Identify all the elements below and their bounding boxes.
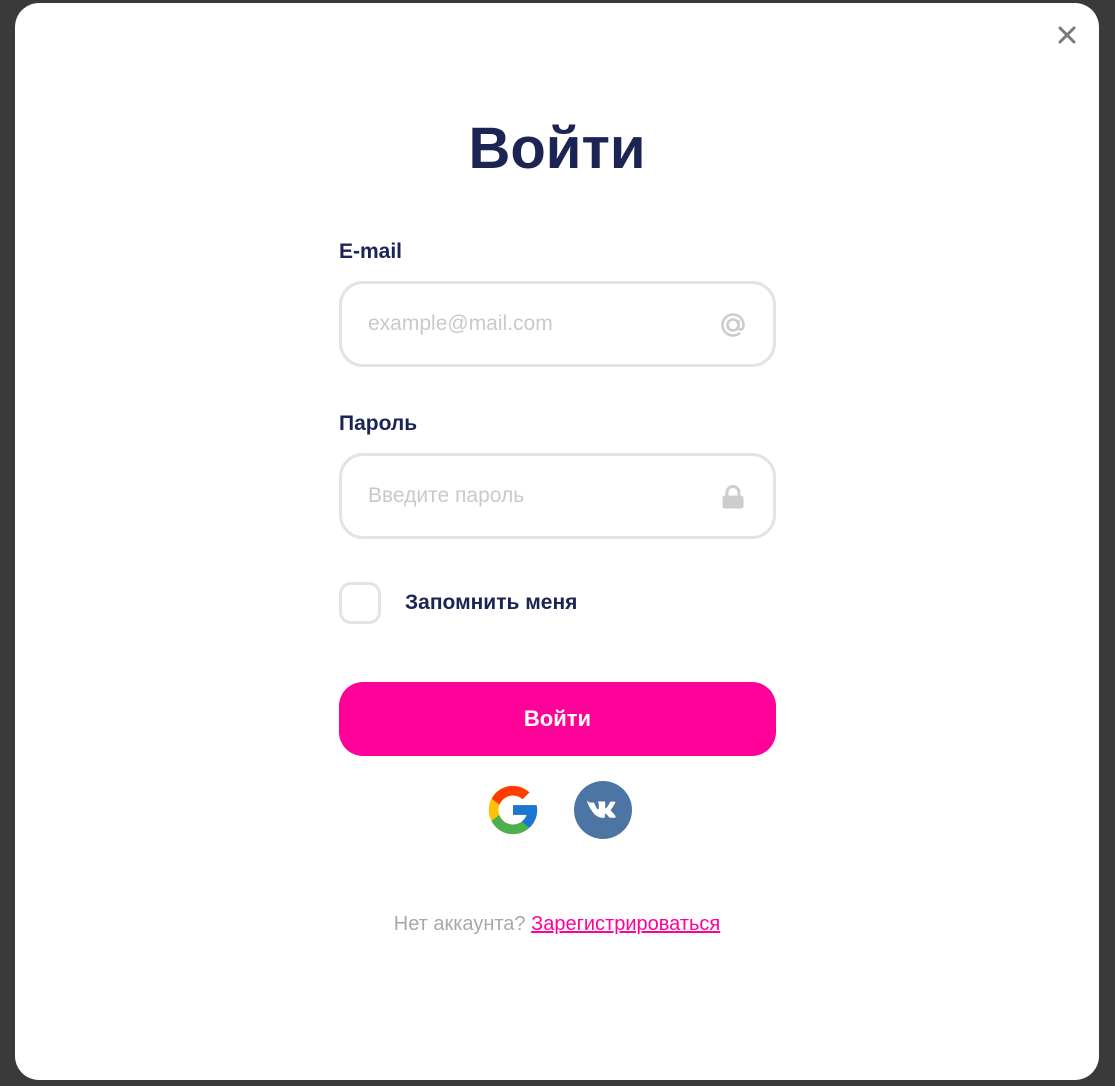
- remember-me-checkbox[interactable]: [339, 582, 381, 624]
- password-label: Пароль: [339, 412, 418, 435]
- register-prompt: Нет аккаунта? Зарегистрироваться: [15, 911, 1099, 937]
- register-link[interactable]: Зарегистрироваться: [531, 913, 720, 935]
- google-icon: [488, 785, 537, 835]
- password-field-wrapper: [339, 453, 776, 539]
- email-label: E-mail: [339, 240, 403, 263]
- password-field[interactable]: [368, 456, 708, 536]
- close-icon: [1058, 26, 1076, 44]
- login-modal: Войти E-mail Пароль Запом: [15, 3, 1099, 1080]
- login-form: E-mail Пароль Запомнить меня: [339, 239, 776, 840]
- email-field-wrapper: [339, 281, 776, 367]
- close-button[interactable]: [1055, 23, 1079, 47]
- google-login-button[interactable]: [483, 780, 543, 840]
- lock-icon: [717, 481, 749, 513]
- social-login: [339, 780, 776, 840]
- email-field[interactable]: [368, 284, 708, 364]
- remember-me-row: Запомнить меня: [339, 581, 776, 625]
- page-title: Войти: [468, 116, 646, 181]
- vk-icon: [573, 781, 632, 839]
- at-icon: [717, 309, 749, 341]
- no-account-text: Нет аккаунта?: [393, 913, 526, 935]
- vk-login-button[interactable]: [573, 780, 633, 840]
- remember-me-label[interactable]: Запомнить меня: [405, 591, 577, 615]
- login-submit-button[interactable]: Войти: [339, 682, 776, 756]
